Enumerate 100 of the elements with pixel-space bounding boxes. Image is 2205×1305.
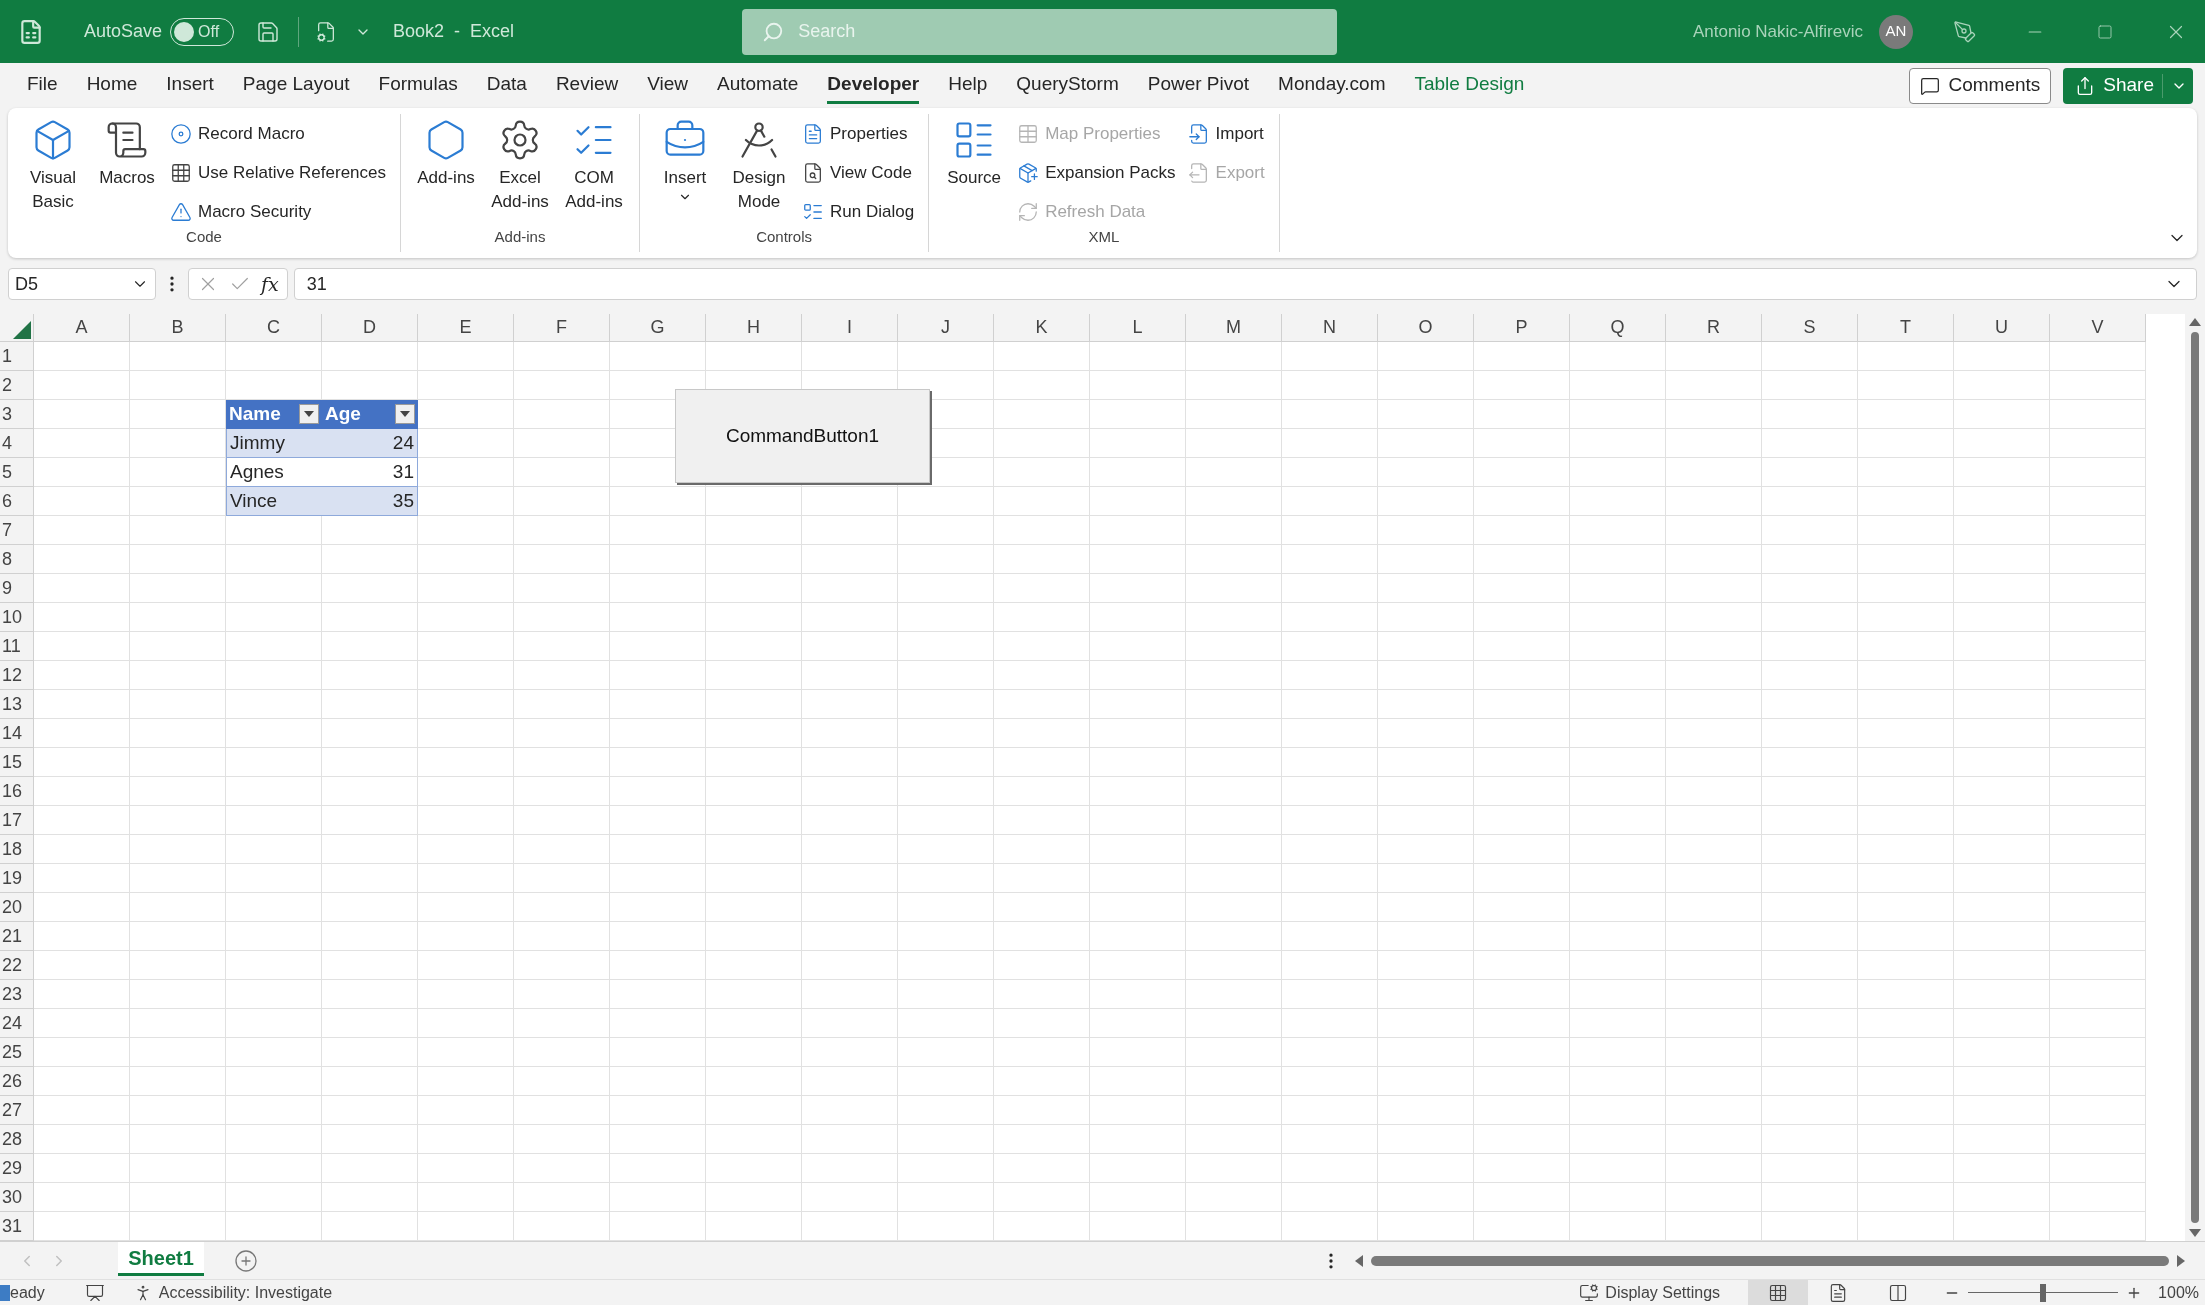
column-header[interactable]: O (1378, 314, 1474, 342)
ribbon-tab[interactable]: Help (948, 67, 988, 104)
column-header[interactable]: D (322, 314, 418, 342)
ribbon-tab[interactable]: Automate (717, 67, 799, 104)
filter-dropdown-button[interactable] (299, 404, 319, 424)
column-header[interactable]: L (1090, 314, 1186, 342)
ribbon-tab[interactable]: Insert (166, 67, 214, 104)
pen-icon[interactable] (1953, 19, 1977, 44)
ribbon-tab[interactable]: Page Layout (242, 67, 350, 104)
ribbon-button[interactable]: Properties (798, 114, 919, 153)
sheet-tab[interactable]: Sheet1 (118, 1242, 204, 1276)
ribbon-button[interactable]: Add-ins (411, 114, 482, 190)
row-header[interactable]: 22 (0, 951, 34, 980)
row-header[interactable]: 7 (0, 516, 34, 545)
row-header[interactable]: 26 (0, 1067, 34, 1096)
ribbon-tab[interactable]: Review (555, 67, 619, 104)
column-header[interactable]: R (1666, 314, 1762, 342)
column-header[interactable]: P (1474, 314, 1570, 342)
ribbon-button[interactable]: Use Relative References (166, 153, 391, 192)
save-icon[interactable] (256, 19, 281, 44)
ribbon-tab[interactable]: Developer (827, 67, 920, 104)
ribbon-tab[interactable]: Monday.com (1278, 67, 1386, 104)
row-header[interactable]: 6 (0, 487, 34, 516)
view-button[interactable] (1748, 1279, 1809, 1305)
ribbon-tab[interactable]: View (647, 67, 689, 104)
row-header[interactable]: 30 (0, 1183, 34, 1212)
ribbon-tab[interactable]: Formulas (378, 67, 458, 104)
display-settings-button[interactable]: Display Settings (1579, 1280, 1721, 1305)
command-button[interactable]: CommandButton1 (675, 389, 930, 483)
column-header[interactable]: M (1186, 314, 1282, 342)
ribbon-button[interactable]: Design Mode (724, 114, 795, 214)
row-header[interactable]: 15 (0, 748, 34, 777)
ribbon-tab[interactable]: Table Design (1414, 67, 1525, 104)
row-header[interactable]: 24 (0, 1009, 34, 1038)
ribbon-tab[interactable]: Data (486, 67, 527, 104)
ribbon-button[interactable]: Excel Add-ins (485, 114, 556, 214)
column-header[interactable]: T (1858, 314, 1954, 342)
column-header[interactable]: F (514, 314, 610, 342)
comments-button[interactable]: Comments (1909, 67, 2052, 104)
vertical-scrollbar[interactable] (2185, 314, 2205, 1241)
row-header[interactable]: 12 (0, 661, 34, 690)
row-header[interactable]: 11 (0, 632, 34, 661)
ribbon-tab[interactable]: Power Pivot (1147, 67, 1250, 104)
column-header[interactable]: G (610, 314, 706, 342)
ribbon-button[interactable]: Import (1183, 114, 1269, 153)
column-header[interactable]: Q (1570, 314, 1666, 342)
row-header[interactable]: 19 (0, 864, 34, 893)
column-header[interactable]: U (1954, 314, 2050, 342)
column-header[interactable]: K (994, 314, 1090, 342)
column-header[interactable]: B (130, 314, 226, 342)
ribbon-button[interactable]: Expansion Packs (1013, 153, 1180, 192)
zoom-level[interactable]: 100% (2158, 1280, 2199, 1305)
scroll-down-arrow-icon[interactable] (2189, 1229, 2201, 1237)
row-header[interactable]: 23 (0, 980, 34, 1009)
select-all-triangle-icon[interactable] (13, 321, 31, 339)
column-header[interactable]: S (1762, 314, 1858, 342)
column-header[interactable]: J (898, 314, 994, 342)
name-box[interactable]: D5 (8, 268, 156, 300)
row-header[interactable]: 18 (0, 835, 34, 864)
ribbon-button[interactable]: View Code (798, 153, 919, 192)
column-header[interactable]: A (34, 314, 130, 342)
row-header[interactable]: 9 (0, 574, 34, 603)
row-header[interactable]: 4 (0, 429, 34, 458)
user-avatar[interactable]: AN (1879, 14, 1913, 49)
column-header[interactable]: V (2050, 314, 2146, 342)
row-header[interactable]: 13 (0, 690, 34, 719)
ribbon-button[interactable]: Macros (92, 114, 162, 190)
share-button[interactable]: Share (2063, 67, 2193, 104)
ribbon-tab[interactable]: Home (86, 67, 138, 104)
scroll-right-arrow-icon[interactable] (2177, 1254, 2185, 1267)
row-header[interactable]: 28 (0, 1125, 34, 1154)
ribbon-button[interactable]: Source (939, 114, 1010, 190)
ribbon-button[interactable]: Record Macro (166, 114, 391, 153)
row-header[interactable]: 1 (0, 342, 34, 371)
search-field[interactable]: Search (742, 8, 1338, 55)
scroll-left-arrow-icon[interactable] (1355, 1254, 1363, 1267)
column-header[interactable]: N (1282, 314, 1378, 342)
zoom-slider[interactable] (1968, 1282, 2119, 1303)
ribbon-tab[interactable]: File (27, 67, 58, 104)
row-header[interactable]: 5 (0, 458, 34, 487)
row-header[interactable]: 3 (0, 400, 34, 429)
zoom-slider-thumb[interactable] (2040, 1283, 2047, 1302)
column-header[interactable]: H (706, 314, 802, 342)
scroll-up-arrow-icon[interactable] (2189, 318, 2201, 326)
column-header[interactable]: C (226, 314, 322, 342)
ribbon-button[interactable]: COM Add-ins (559, 114, 630, 214)
row-header[interactable]: 8 (0, 545, 34, 574)
row-header[interactable]: 29 (0, 1154, 34, 1183)
ribbon-button[interactable]: Insert (650, 114, 721, 204)
row-header[interactable]: 20 (0, 893, 34, 922)
row-header[interactable]: 21 (0, 922, 34, 951)
ribbon-button[interactable]: Visual Basic (18, 114, 88, 214)
column-header[interactable]: E (418, 314, 514, 342)
row-header[interactable]: 31 (0, 1212, 34, 1241)
ribbon-tab[interactable]: QueryStorm (1016, 67, 1119, 104)
row-header[interactable]: 10 (0, 603, 34, 632)
row-header[interactable]: 2 (0, 371, 34, 400)
formula-field[interactable]: 31 (293, 268, 2197, 300)
row-header[interactable]: 17 (0, 806, 34, 835)
row-header[interactable]: 27 (0, 1096, 34, 1125)
